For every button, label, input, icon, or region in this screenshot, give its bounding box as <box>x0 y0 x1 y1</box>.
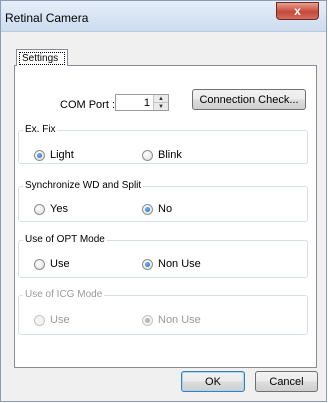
ex-fix-light-label: Light <box>50 149 74 161</box>
icg-mode-title: Use of ICG Mode <box>23 289 105 300</box>
opt-mode-title: Use of OPT Mode <box>23 234 107 245</box>
radio-selected-icon <box>142 203 153 215</box>
opt-use-radio[interactable]: Use <box>34 258 70 270</box>
radio-unselected-icon <box>34 203 45 215</box>
close-icon: x <box>294 4 301 18</box>
radio-selected-icon <box>142 314 153 326</box>
close-button[interactable]: x <box>276 2 319 20</box>
connection-check-button[interactable]: Connection Check... <box>192 89 306 110</box>
icg-non-use-label: Non Use <box>158 314 201 326</box>
sync-yes-radio[interactable]: Yes <box>34 203 68 215</box>
opt-use-label: Use <box>50 258 70 270</box>
title-bar: Retinal Camera x <box>1 1 326 32</box>
tab-settings[interactable]: Settings <box>16 49 68 66</box>
opt-non-use-radio[interactable]: Non Use <box>142 258 201 270</box>
com-port-value: 1 <box>143 97 150 109</box>
stepper-buttons: ▲ ▼ <box>153 95 168 110</box>
radio-unselected-icon <box>34 314 45 326</box>
radio-selected-icon <box>142 258 153 270</box>
radio-unselected-icon <box>142 149 153 161</box>
com-port-stepper[interactable]: 1 ▲ ▼ <box>115 94 169 111</box>
window-title: Retinal Camera <box>5 11 89 25</box>
sync-title: Synchronize WD and Split <box>23 180 144 191</box>
radio-selected-icon <box>34 149 45 161</box>
spin-up-icon[interactable]: ▲ <box>154 95 168 103</box>
opt-non-use-label: Non Use <box>158 258 201 270</box>
sync-no-radio[interactable]: No <box>142 203 172 215</box>
com-port-label: COM Port : <box>60 99 116 111</box>
ex-fix-blink-radio[interactable]: Blink <box>142 149 182 161</box>
icg-use-label: Use <box>50 314 70 326</box>
sync-no-label: No <box>158 203 173 215</box>
ex-fix-title: Ex. Fix <box>23 124 58 135</box>
ok-button[interactable]: OK <box>181 371 245 392</box>
radio-unselected-icon <box>34 258 45 270</box>
sync-yes-label: Yes <box>50 203 68 215</box>
cancel-button[interactable]: Cancel <box>255 371 318 392</box>
ex-fix-blink-label: Blink <box>158 149 182 161</box>
icg-non-use-radio: Non Use <box>142 314 201 326</box>
tab-settings-label: Settings <box>19 52 65 65</box>
ex-fix-light-radio[interactable]: Light <box>34 149 74 161</box>
icg-use-radio: Use <box>34 314 70 326</box>
spin-down-icon[interactable]: ▼ <box>154 103 168 110</box>
